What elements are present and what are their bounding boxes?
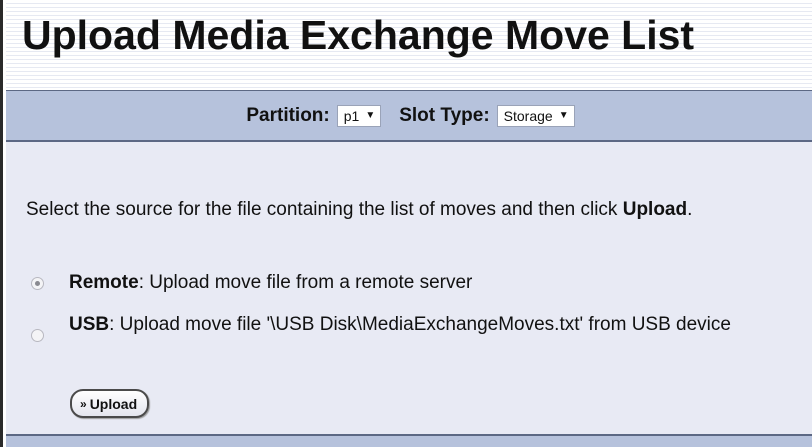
instructions-period: . [687,199,693,220]
instructions-upload-word: Upload [622,199,688,220]
page-frame: Upload Media Exchange Move List Partitio… [0,0,812,447]
bottom-bar [6,434,812,447]
option-usb-text: USB: Upload move file '\USB Disk\MediaEx… [69,312,799,337]
double-chevron-right-icon: » [80,396,87,411]
upload-button[interactable]: » Upload [70,389,150,418]
option-remote-text: Remote: Upload move file from a remote s… [69,270,799,295]
caret-down-icon: ▼ [365,110,376,121]
slot-type-select[interactable]: Storage ▼ [496,104,575,127]
title-area: Upload Media Exchange Move List [6,0,812,90]
partition-label: Partition: [246,104,330,126]
option-remote-description: : Upload move file from a remote server [138,272,473,293]
option-usb-description: : Upload move file '\USB Disk\MediaExcha… [109,314,731,335]
radio-remote[interactable] [31,277,44,290]
option-remote-label: Remote [69,272,139,293]
option-usb-label: USB [69,314,110,335]
option-usb[interactable]: USB: Upload move file '\USB Disk\MediaEx… [31,312,799,342]
filter-toolbar: Partition: p1 ▼ Slot Type: Storage ▼ [6,90,812,142]
instructions-text: Select the source for the file containin… [26,199,623,220]
upload-panel: Select the source for the file containin… [6,142,812,434]
partition-value: p1 [343,107,360,124]
page-title: Upload Media Exchange Move List [22,12,695,58]
instructions: Select the source for the file containin… [26,197,786,223]
partition-select[interactable]: p1 ▼ [336,104,382,127]
slot-type-value: Storage [503,107,553,124]
upload-button-label: Upload [89,395,138,412]
option-remote[interactable]: Remote: Upload move file from a remote s… [31,270,799,295]
slot-type-label: Slot Type: [399,104,490,126]
radio-usb[interactable] [31,329,44,342]
caret-down-icon: ▼ [558,110,569,121]
